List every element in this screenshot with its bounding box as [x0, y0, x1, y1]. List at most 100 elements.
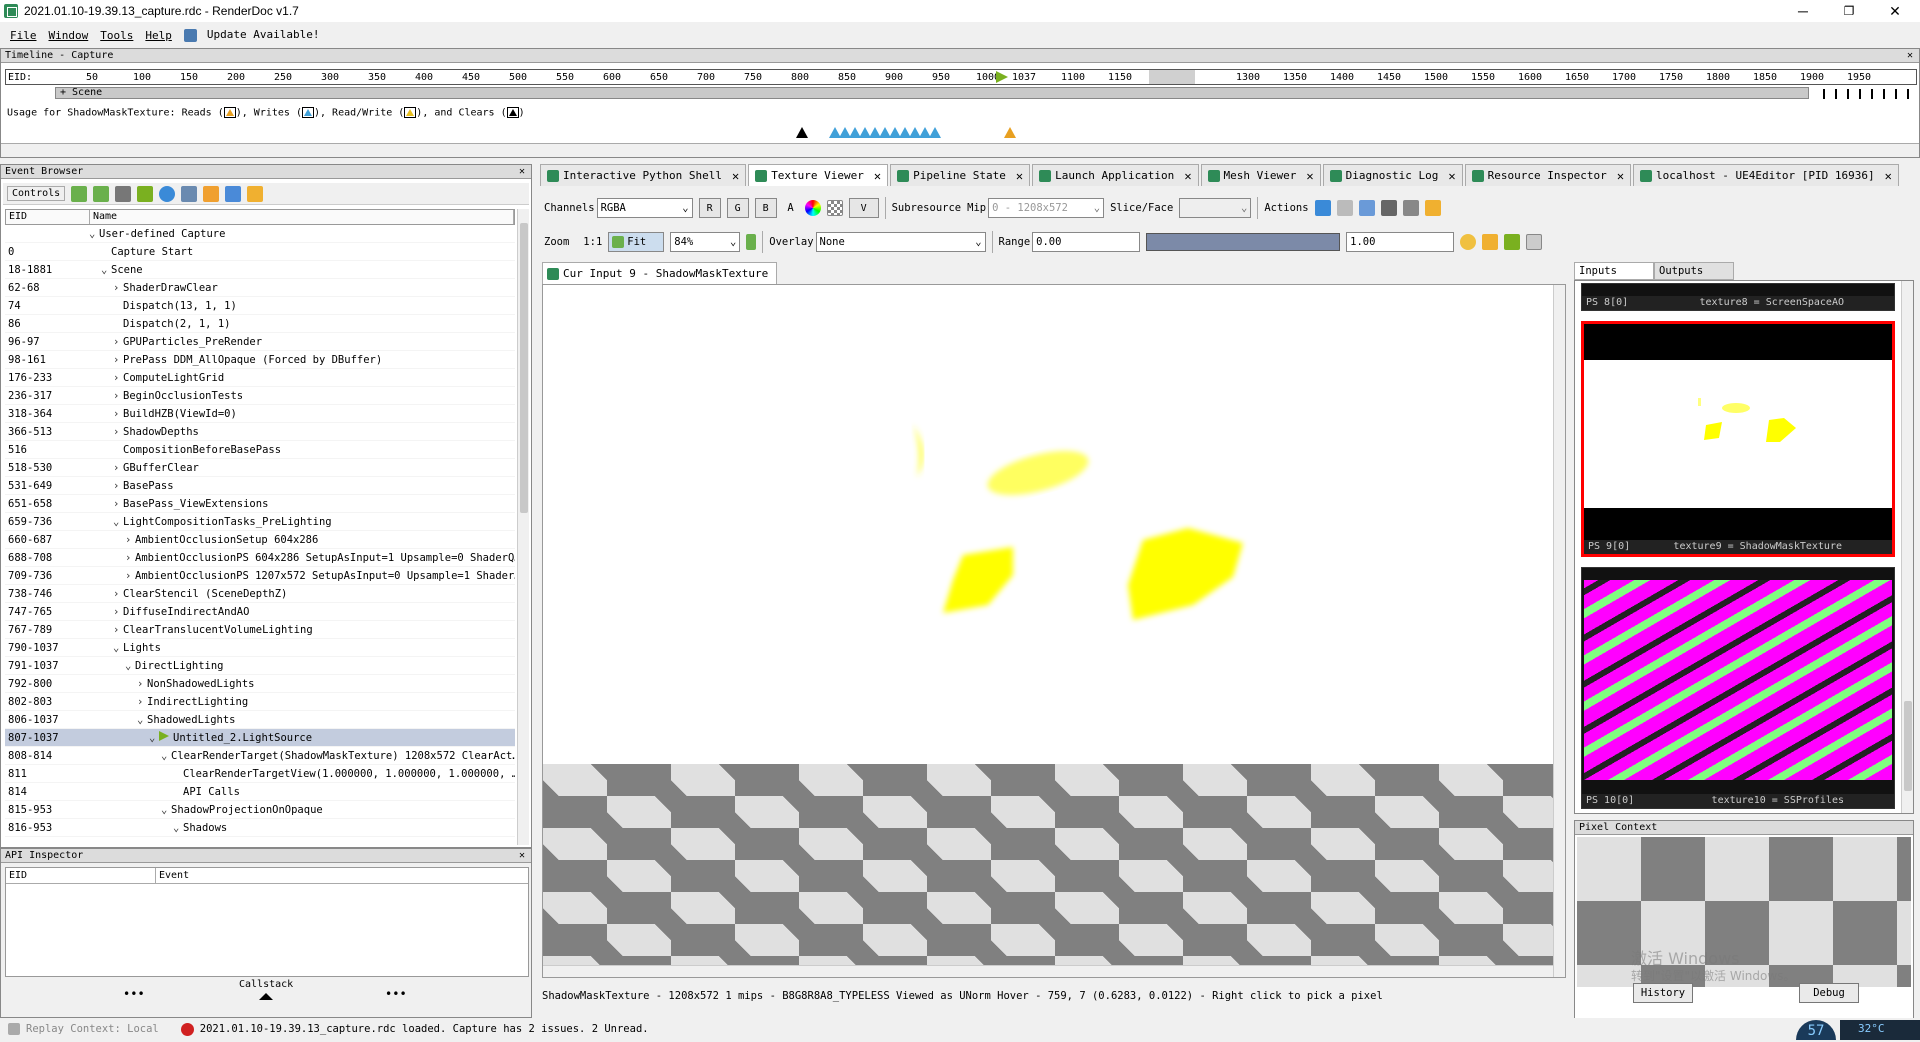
- tab-close-icon[interactable]: ✕: [1448, 169, 1455, 183]
- open-icon[interactable]: [1358, 200, 1375, 216]
- zoom-1-1-button[interactable]: 1:1: [583, 236, 602, 248]
- tab-diagnostic-log[interactable]: Diagnostic Log ✕: [1322, 164, 1463, 186]
- tab-close-icon[interactable]: ✕: [1306, 169, 1313, 183]
- flip-y-button[interactable]: V: [848, 198, 879, 218]
- channels-dropdown[interactable]: RGBA ⌄: [596, 198, 693, 218]
- event-row[interactable]: 516 CompositionBeforeBasePass: [5, 441, 515, 459]
- find-texture-icon[interactable]: [1380, 200, 1397, 216]
- event-row[interactable]: 802-803 › IndirectLighting: [5, 693, 515, 711]
- event-row[interactable]: 176-233 › ComputeLightGrid: [5, 369, 515, 387]
- color-picker-icon[interactable]: [804, 200, 821, 216]
- event-row[interactable]: 814 API Calls: [5, 783, 515, 801]
- zoom-range-icon[interactable]: [1460, 234, 1477, 250]
- event-row[interactable]: 790-1037 ⌄ Lights: [5, 639, 515, 657]
- debug-button[interactable]: Debug: [1799, 983, 1859, 1003]
- range-min-input[interactable]: 0.00: [1032, 232, 1141, 252]
- range-slider[interactable]: [1146, 233, 1341, 251]
- event-row[interactable]: 811 ClearRenderTargetView(1.000000, 1.000…: [5, 765, 515, 783]
- event-row[interactable]: 518-530 › GBufferClear: [5, 459, 515, 477]
- col-eid[interactable]: EID: [6, 210, 90, 224]
- settings-gear-icon[interactable]: [203, 185, 220, 202]
- prev-event-icon[interactable]: [71, 185, 88, 202]
- event-row[interactable]: 531-649 › BasePass: [5, 477, 515, 495]
- canvas-hscrollbar[interactable]: [543, 965, 1553, 977]
- expand-chevron-icon[interactable]: ›: [113, 336, 123, 348]
- collapse-chevron-icon[interactable]: ⌄: [125, 660, 135, 672]
- thumbnail-item[interactable]: PS 8[0] texture8 = ScreenSpaceAO: [1581, 283, 1895, 311]
- callstack-label[interactable]: Callstack: [239, 979, 293, 990]
- expand-chevron-icon[interactable]: ›: [113, 498, 123, 510]
- update-available-link[interactable]: Update Available!: [183, 28, 326, 42]
- col-name[interactable]: Name: [90, 210, 514, 224]
- expand-chevron-icon[interactable]: ›: [113, 408, 123, 420]
- event-row[interactable]: 792-800 › NonShadowedLights: [5, 675, 515, 693]
- event-row[interactable]: 767-789 › ClearTranslucentVolumeLighting: [5, 621, 515, 639]
- api-col-eid[interactable]: EID: [6, 868, 156, 883]
- histogram-icon[interactable]: [1526, 234, 1543, 250]
- api-inspector-close-icon[interactable]: ✕: [519, 849, 525, 863]
- event-row[interactable]: 659-736 ⌄ LightCompositionTasks_PreLightin…: [5, 513, 515, 531]
- event-row[interactable]: 806-1037 ⌄ ShadowedLights: [5, 711, 515, 729]
- event-row[interactable]: ⌄ User-defined Capture: [5, 225, 515, 243]
- event-scrollbar[interactable]: [517, 209, 529, 845]
- tab-close-icon[interactable]: ✕: [1617, 169, 1624, 183]
- tab-close-icon[interactable]: ✕: [1885, 169, 1892, 183]
- overlay-dropdown[interactable]: None ⌄: [815, 232, 986, 252]
- expand-chevron-icon[interactable]: ›: [113, 606, 123, 618]
- splitter-dots-left[interactable]: •••: [123, 987, 145, 1001]
- texture-subtab[interactable]: Cur Input 9 - ShadowMaskTexture: [542, 262, 778, 284]
- tab-mesh-viewer[interactable]: Mesh Viewer ✕: [1200, 164, 1321, 186]
- fit-button[interactable]: Fit: [608, 232, 665, 252]
- expand-chevron-icon[interactable]: ›: [137, 696, 147, 708]
- event-row[interactable]: 366-513 › ShadowDepths: [5, 423, 515, 441]
- event-row[interactable]: 815-953 ⌄ ShadowProjectionOnOpaque: [5, 801, 515, 819]
- slice-dropdown[interactable]: ⌄: [1179, 198, 1252, 218]
- thumbnail-item-selected[interactable]: PS 9[0] texture9 = ShadowMaskTexture: [1581, 321, 1895, 557]
- menu-help[interactable]: Help: [145, 29, 172, 42]
- canvas-vscrollbar[interactable]: [1553, 285, 1565, 977]
- expand-chevron-icon[interactable]: ›: [113, 390, 123, 402]
- expand-chevron-icon[interactable]: ›: [113, 372, 123, 384]
- collapse-chevron-icon[interactable]: ⌄: [113, 642, 123, 654]
- thumbnail-item[interactable]: PS 10[0] texture10 = SSProfiles: [1581, 567, 1895, 809]
- tab-close-icon[interactable]: ✕: [1184, 169, 1191, 183]
- collapse-chevron-icon[interactable]: ⌄: [137, 714, 147, 726]
- menu-tools[interactable]: Tools: [100, 29, 133, 42]
- expand-chevron-icon[interactable]: ›: [125, 534, 135, 546]
- event-row[interactable]: 660-687 › AmbientOcclusionSetup 604x286: [5, 531, 515, 549]
- expand-chevron-icon[interactable]: ›: [113, 588, 123, 600]
- save-icon[interactable]: [225, 185, 242, 202]
- event-row[interactable]: 18-1881 ⌄ Scene: [5, 261, 515, 279]
- menu-window[interactable]: Window: [49, 29, 89, 42]
- expand-chevron-icon[interactable]: ›: [113, 426, 123, 438]
- api-col-event[interactable]: Event: [156, 868, 189, 883]
- history-button[interactable]: History: [1633, 983, 1693, 1003]
- event-row[interactable]: 74 Dispatch(13, 1, 1): [5, 297, 515, 315]
- collapse-chevron-icon[interactable]: ⌄: [113, 516, 123, 528]
- auto-fit-icon[interactable]: [1482, 234, 1499, 250]
- tab-outputs[interactable]: Outputs: [1654, 262, 1734, 280]
- save-texture-icon[interactable]: [1314, 200, 1331, 216]
- expand-chevron-icon[interactable]: ›: [113, 462, 123, 474]
- event-row[interactable]: 98-161 › PrePass DDM_AllOpaque (Forced by …: [5, 351, 515, 369]
- find-icon[interactable]: [115, 185, 132, 202]
- status-message[interactable]: 2021.01.10-19.39.13_capture.rdc loaded. …: [200, 1023, 649, 1035]
- bookmark-icon[interactable]: [181, 185, 198, 202]
- texture-canvas[interactable]: [542, 284, 1566, 978]
- event-browser-close-icon[interactable]: ✕: [519, 165, 525, 179]
- event-row[interactable]: 747-765 › DiffuseIndirectAndAO: [5, 603, 515, 621]
- event-row[interactable]: 651-658 › BasePass_ViewExtensions: [5, 495, 515, 513]
- event-row[interactable]: 236-317 › BeginOcclusionTests: [5, 387, 515, 405]
- next-event-icon[interactable]: [93, 185, 110, 202]
- event-row[interactable]: 816-953 ⌄ Shadows: [5, 819, 515, 837]
- event-row[interactable]: 738-746 › ClearStencil (SceneDepthZ): [5, 585, 515, 603]
- collapse-chevron-icon[interactable]: ⌄: [161, 804, 171, 816]
- menu-file[interactable]: File: [10, 29, 37, 42]
- timeline-ruler[interactable]: EID: 50 100 150 200 250 300 350 400 450 500 550 600…: [5, 69, 1917, 85]
- collapse-chevron-icon[interactable]: ⌄: [173, 822, 183, 834]
- expand-chevron-icon[interactable]: ›: [113, 282, 123, 294]
- channel-b-toggle[interactable]: B: [754, 198, 777, 218]
- splitter-dots-right[interactable]: •••: [385, 987, 407, 1001]
- timeline-scene-bar[interactable]: + Scene: [55, 87, 1809, 99]
- tab-close-icon[interactable]: ✕: [874, 169, 881, 183]
